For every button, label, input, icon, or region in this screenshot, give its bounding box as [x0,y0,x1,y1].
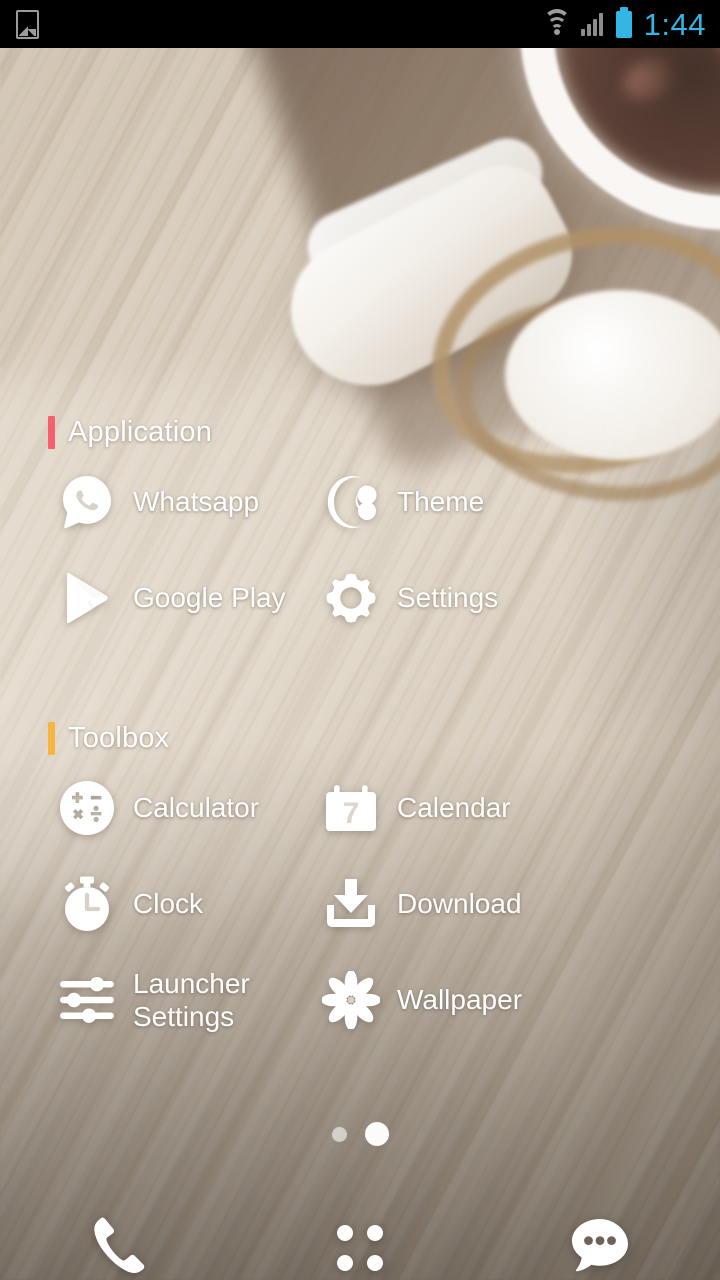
cell-signal-icon [580,12,607,36]
app-label: Wallpaper [397,984,523,1016]
status-bar-clock: 1:44 [643,6,706,42]
section-toolbox: Toolbox Calculator 7 Calendar Clock Down… [0,716,720,1048]
app-item-calendar[interactable]: 7 Calendar [310,760,620,856]
dock [0,1168,720,1280]
battery-icon [615,6,632,38]
stopwatch-icon [58,875,116,933]
app-drawer-grid-icon [323,1211,397,1280]
dock-item-phone[interactable] [0,1168,240,1280]
status-bar-system-icons: 1:44 [542,6,706,42]
settings-gear-icon [322,569,380,627]
app-label: Clock [133,888,204,920]
app-item-clock[interactable]: Clock [0,856,310,952]
app-item-google-play[interactable]: Google Play [0,550,310,646]
sliders-icon [58,971,116,1029]
flower-icon [322,971,380,1029]
photo-icon [16,9,39,39]
app-item-settings[interactable]: Settings [310,550,620,646]
app-grid-application: Whatsapp Theme Google Play Settings [0,454,720,646]
dock-item-messaging[interactable] [480,1168,720,1280]
message-bubble-icon [563,1211,637,1280]
app-label: Calendar [397,792,511,824]
app-label: Launcher Settings [133,967,250,1032]
app-label: Download [397,888,522,920]
status-bar-notifications [16,9,39,39]
page-indicator[interactable] [0,1122,720,1146]
app-item-launcher-settings[interactable]: Launcher Settings [0,952,310,1048]
app-label: Theme [397,486,485,518]
calculator-icon [58,779,116,837]
google-play-icon [58,569,116,627]
wifi-icon [542,9,572,36]
calendar-day-number: 7 [343,797,360,830]
section-application: Application Whatsapp Theme Google Play S… [0,410,720,646]
section-accent-bar [48,721,55,755]
app-label: Settings [397,582,499,614]
app-label: Whatsapp [133,486,260,518]
section-title: Application [68,415,213,448]
section-header-toolbox: Toolbox [0,716,720,760]
section-accent-bar [48,415,55,449]
calendar-icon: 7 [322,779,380,837]
app-label: Calculator [133,792,260,824]
app-item-wallpaper[interactable]: Wallpaper [310,952,620,1048]
app-item-whatsapp[interactable]: Whatsapp [0,454,310,550]
app-item-calculator[interactable]: Calculator [0,760,310,856]
home-screen: 1:44 Application Whatsapp Theme Google P… [0,0,720,1280]
app-item-download[interactable]: Download [310,856,620,952]
app-label: Google Play [133,582,286,614]
app-item-theme[interactable]: Theme [310,454,620,550]
whatsapp-icon [58,473,116,531]
dock-item-app-drawer[interactable] [240,1168,480,1280]
status-bar[interactable]: 1:44 [0,0,720,48]
section-title: Toolbox [68,721,170,754]
page-dot-2[interactable] [364,1122,389,1146]
phone-handset-icon [83,1211,157,1280]
home-screen-content: Application Whatsapp Theme Google Play S… [0,48,720,1280]
theme-icon [322,473,380,531]
app-grid-toolbox: Calculator 7 Calendar Clock Download Lau… [0,760,720,1048]
page-dot-1[interactable] [331,1126,347,1142]
download-icon [322,875,380,933]
section-header-application: Application [0,410,720,454]
